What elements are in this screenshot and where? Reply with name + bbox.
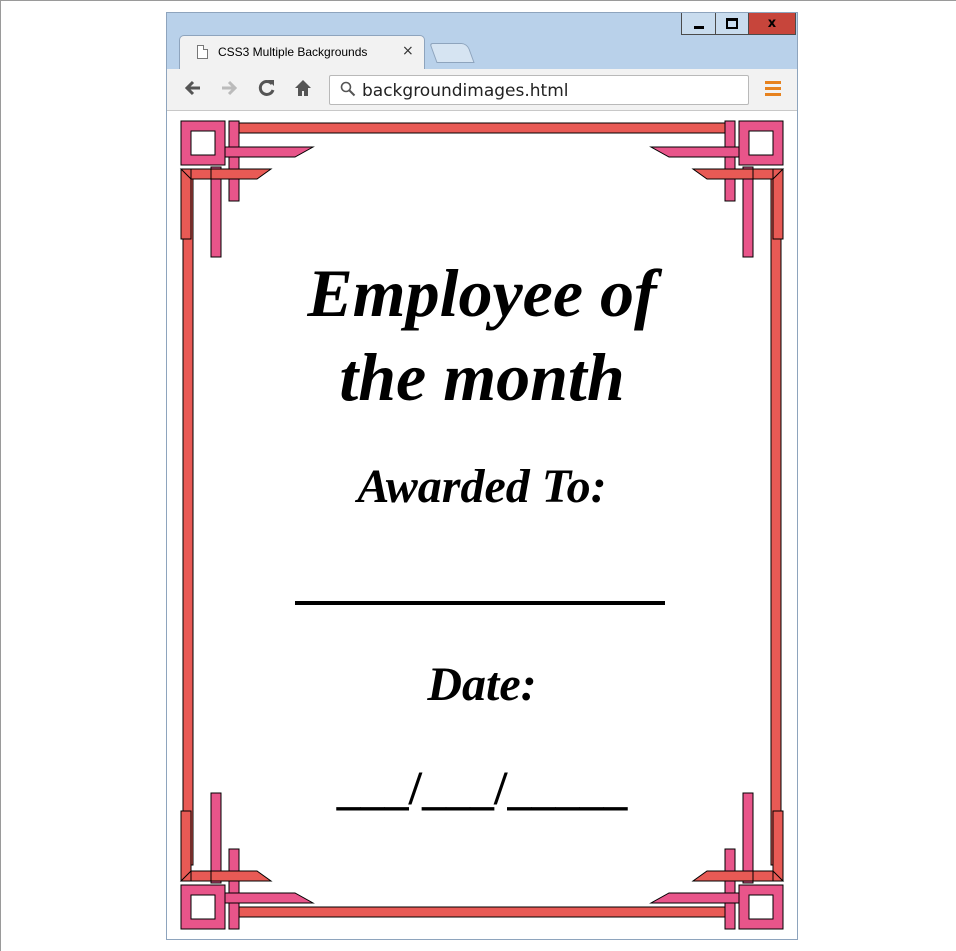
awarded-to-label: Awarded To: bbox=[357, 460, 607, 513]
minimize-button[interactable] bbox=[681, 13, 715, 35]
tab-close-button[interactable]: × bbox=[402, 43, 414, 59]
certificate-title: Employee of the month bbox=[167, 251, 797, 419]
tab-title: CSS3 Multiple Backgrounds bbox=[218, 45, 368, 59]
home-button[interactable] bbox=[293, 78, 313, 102]
browser-window: x CSS3 Multiple Backgrounds × background… bbox=[166, 12, 798, 940]
back-button[interactable] bbox=[183, 78, 203, 102]
window-controls: x bbox=[681, 13, 796, 36]
title-line-2: the month bbox=[339, 339, 625, 415]
home-icon bbox=[295, 80, 311, 96]
date-blanks: ___/___/_____ bbox=[336, 762, 628, 815]
date-label: Date: bbox=[427, 658, 537, 711]
minimize-icon bbox=[693, 26, 704, 29]
close-window-button[interactable]: x bbox=[749, 13, 796, 35]
browser-toolbar: backgroundimages.html bbox=[167, 69, 797, 111]
reload-button[interactable] bbox=[257, 78, 277, 102]
page-top-border bbox=[0, 0, 956, 1]
tab-active[interactable]: CSS3 Multiple Backgrounds × bbox=[179, 35, 425, 69]
arrow-right-icon bbox=[222, 80, 238, 96]
page-left-border bbox=[0, 0, 1, 951]
search-icon bbox=[340, 81, 356, 97]
new-tab-button[interactable] bbox=[429, 43, 475, 63]
forward-button[interactable] bbox=[219, 78, 239, 102]
maximize-button[interactable] bbox=[715, 13, 749, 35]
name-blank-line bbox=[295, 601, 665, 605]
title-bar: x CSS3 Multiple Backgrounds × bbox=[167, 13, 797, 69]
reload-icon bbox=[258, 79, 275, 96]
title-line-1: Employee of bbox=[307, 255, 657, 331]
maximize-icon bbox=[726, 18, 738, 29]
page-viewport: Employee of the month Awarded To: Date: … bbox=[167, 111, 797, 939]
certificate: Employee of the month Awarded To: Date: … bbox=[167, 111, 797, 939]
arrow-left-icon bbox=[184, 80, 200, 96]
page-icon bbox=[197, 45, 208, 59]
url-text: backgroundimages.html bbox=[362, 81, 569, 101]
address-bar[interactable]: backgroundimages.html bbox=[329, 75, 749, 105]
hamburger-menu-icon[interactable] bbox=[765, 81, 781, 97]
